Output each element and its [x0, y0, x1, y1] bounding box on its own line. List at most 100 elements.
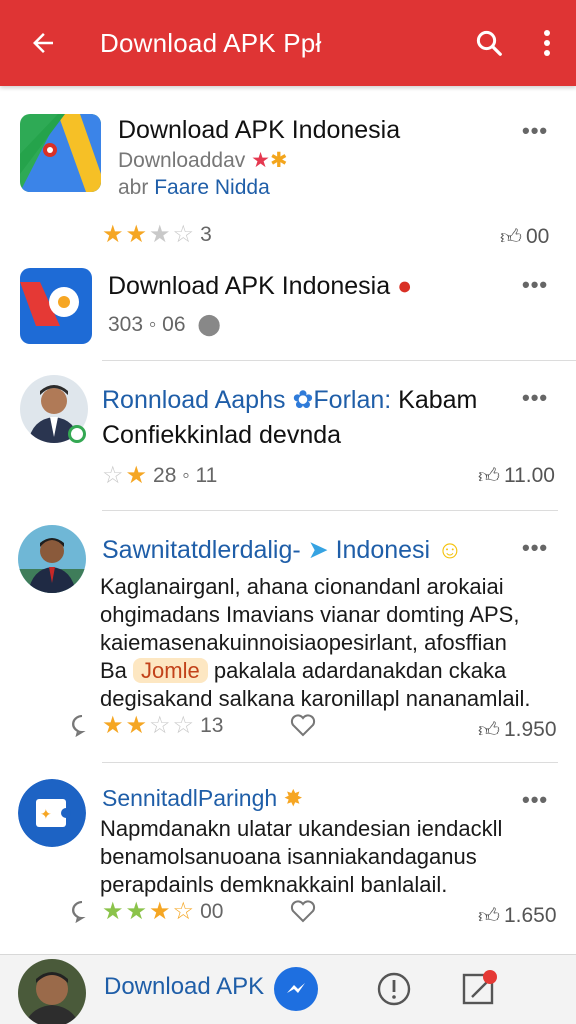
hashtag-chip[interactable]: Jomle	[133, 658, 208, 683]
rating-count: 3	[200, 222, 212, 246]
like-count[interactable]: 👍︎ 1.950	[478, 717, 557, 743]
star-icon: ★	[125, 221, 148, 248]
edit-note-icon[interactable]	[460, 969, 500, 1012]
thumb-up-icon: 👍︎	[500, 226, 522, 249]
star-outline-icon: ☆	[149, 712, 171, 739]
heart-icon[interactable]	[290, 713, 316, 742]
online-badge-icon	[68, 425, 86, 443]
more-options-button[interactable]: •••	[522, 385, 548, 411]
comment-icon[interactable]	[70, 899, 94, 928]
rating-stars: ☆ ★ 28 ◦ 11	[102, 461, 217, 490]
body-line: Kaglanairganl, ahana cionandanl arokaiai	[100, 574, 504, 599]
chat-app-icon	[20, 268, 92, 344]
man-in-suit-avatar	[18, 525, 86, 593]
arrow-left-icon	[33, 33, 53, 53]
like-count[interactable]: 👍︎ 11.00	[478, 463, 555, 489]
star-icon: ★	[125, 462, 148, 489]
thumb-up-icon: 👍︎	[478, 465, 500, 488]
item-body: Kaglanairganl, ahana cionandanl arokaiai…	[100, 573, 570, 713]
maps-app-icon	[20, 114, 101, 192]
item-subtitle-prefix: abr	[118, 176, 149, 199]
star-badge-icon: ★	[251, 149, 270, 172]
item-subtitle-link[interactable]: Faare Nidda	[154, 176, 270, 199]
item-title: Download APK Indonesia	[118, 116, 401, 144]
like-count[interactable]: 👍︎ 00	[500, 224, 549, 250]
item-title-blue-2[interactable]: Forlan:	[313, 386, 391, 414]
item-title: Sawnitatdlerdalig- ➤ Indonesi ☺	[102, 535, 463, 565]
like-count[interactable]: 👍︎ 1.650	[478, 903, 557, 929]
item-meta-text: 303 ◦ 06	[108, 313, 186, 336]
emoji-icon: ●	[397, 272, 413, 300]
thumb-up-icon: 👍︎	[478, 719, 500, 742]
rating-stars: ★ ★ ☆ ☆ 13	[102, 711, 223, 740]
bottom-label[interactable]: Download APK	[104, 973, 264, 1001]
location-pin-icon: ⬤	[197, 313, 221, 336]
list-item[interactable]: Sawnitatdlerdalig- ➤ Indonesi ☺ ••• Kagl…	[0, 511, 576, 761]
like-count-value: 1.950	[503, 718, 557, 741]
item-subtitle-2: abr Faare Nidda	[118, 176, 270, 200]
body-line: benamolsanuoana isanniakandaganus	[100, 844, 477, 869]
telegram-icon: ➤	[307, 536, 329, 564]
search-button[interactable]	[460, 0, 518, 86]
more-options-button[interactable]: •••	[522, 118, 548, 144]
item-title: SennitadlParingh ✸	[102, 785, 303, 812]
more-vertical-icon	[544, 30, 550, 56]
more-options-button[interactable]: •••	[522, 535, 548, 561]
item-title: Download APK Indonesia ●	[108, 272, 412, 301]
body-line-post: pakalala adardanakdan ckaka	[213, 658, 507, 683]
gear-badge-icon: ✿	[292, 386, 314, 414]
sparkle-icon: ✸	[283, 785, 303, 811]
more-options-button[interactable]: •••	[522, 787, 548, 813]
item-title-blue[interactable]: Sawnitatdlerdalig-	[102, 536, 301, 564]
body-line: Napmdanakn ulatar ukandesian iendackll	[100, 816, 503, 841]
item-title-rest: Kabam	[398, 386, 478, 414]
page-title: Download APK Ppł	[100, 27, 322, 58]
comment-icon[interactable]	[70, 713, 94, 742]
rating-count: 13	[200, 713, 224, 737]
heart-icon[interactable]	[290, 899, 316, 928]
body-line: kaiemasenakuinnoisiaopesirlant, afosffia…	[100, 630, 507, 655]
list-item[interactable]: ✦ SennitadlParingh ✸ ••• Napmdanakn ulat…	[0, 763, 576, 953]
item-subtitle-text: Downloaddav	[118, 149, 246, 172]
list-item[interactable]: Ronnload Aaphs ✿Forlan: Kabam Confiekkin…	[0, 361, 576, 511]
smile-emoji-icon: ☺	[437, 536, 463, 564]
like-count-value: 00	[525, 225, 550, 248]
star-outline-icon: ☆	[102, 462, 124, 489]
overflow-menu-button[interactable]	[518, 0, 576, 86]
item-meta: 303 ◦ 06 ⬤	[108, 312, 221, 337]
bottom-bar: Download APK	[0, 954, 576, 1024]
item-title-text: Download APK Indonesia	[108, 272, 391, 300]
rating-count: 00	[200, 899, 224, 923]
body-line: Ba Jomle pakalala adardanakdan ckaka	[100, 657, 570, 685]
app-bar: Download APK Ppł	[0, 0, 576, 86]
item-line2: Confiekkinlad devnda	[102, 421, 342, 449]
more-options-button[interactable]: •••	[522, 272, 548, 298]
star-icon: ★	[149, 898, 171, 925]
list-item[interactable]: Download APK Indonesia Downloaddav ★✱ ab…	[0, 100, 576, 260]
item-title-blue[interactable]: Ronnload Aaphs	[102, 386, 285, 414]
thumb-up-icon: 👍︎	[478, 905, 500, 928]
messenger-icon[interactable]	[274, 967, 318, 1011]
search-icon	[476, 30, 502, 56]
back-button[interactable]	[0, 0, 86, 86]
star-half-icon: ☆	[172, 898, 195, 925]
svg-text:✦: ✦	[40, 807, 52, 823]
item-title-blue[interactable]: SennitadlParingh	[102, 785, 277, 811]
star-icon: ★	[125, 898, 148, 925]
item-title: Ronnload Aaphs ✿Forlan: Kabam	[102, 385, 477, 415]
like-count-value: 1.650	[503, 904, 557, 927]
star-icon: ★	[125, 712, 148, 739]
body-line-pre: Ba	[100, 658, 127, 683]
star-icon: ★	[149, 221, 171, 248]
item-subtitle: Downloaddav ★✱	[118, 148, 288, 173]
item-body: Napmdanakn ulatar ukandesian iendackll b…	[100, 815, 570, 899]
item-title-blue-2[interactable]: Indonesi	[336, 536, 431, 564]
star-icon: ★	[102, 712, 124, 739]
man-avatar[interactable]	[18, 959, 86, 1024]
info-circle-icon[interactable]	[376, 971, 412, 1012]
list-item[interactable]: Download APK Indonesia ● 303 ◦ 06 ⬤ •••	[0, 260, 576, 360]
body-line: ohgimadans Imavians vianar domting APS,	[100, 602, 520, 627]
like-count-value: 11.00	[503, 464, 555, 487]
puzzle-app-icon: ✦	[18, 779, 86, 847]
star-outline-icon: ☆	[172, 712, 195, 739]
